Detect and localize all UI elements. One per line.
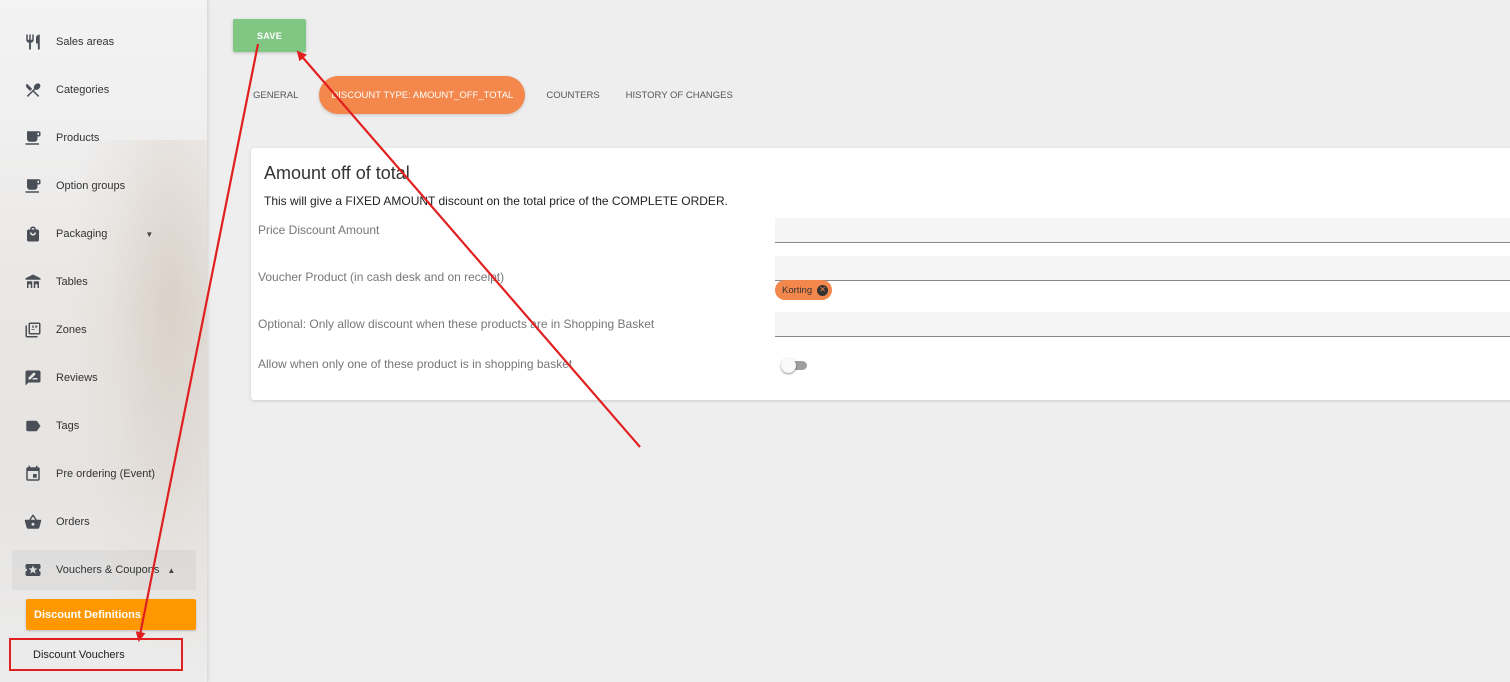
sidebar-item-packaging[interactable]: Packaging ▼ bbox=[12, 214, 196, 254]
rate-review-icon bbox=[22, 367, 44, 389]
sidebar-item-label: Sales areas bbox=[56, 36, 115, 48]
calendar-event-icon bbox=[22, 463, 44, 485]
basket-icon bbox=[22, 511, 44, 533]
label-tag-icon bbox=[22, 415, 44, 437]
voucher-product-label: Voucher Product (in cash desk and on rec… bbox=[258, 270, 505, 284]
voucher-product-chip[interactable]: Korting ✕ bbox=[775, 280, 833, 300]
allow-one-product-label: Allow when only one of these product is … bbox=[258, 357, 573, 371]
save-button[interactable]: SAVE bbox=[233, 19, 306, 52]
tab-bar: GENERAL DISCOUNT TYPE: AMOUNT_OFF_TOTAL … bbox=[240, 76, 746, 114]
sidebar-item-tags[interactable]: Tags bbox=[12, 406, 196, 446]
sidebar-subitem-label: Discount Vouchers bbox=[33, 648, 125, 661]
sidebar-item-option-groups[interactable]: Option groups bbox=[12, 166, 196, 206]
sidebar-subitem-discount-vouchers[interactable]: Discount Vouchers bbox=[9, 638, 183, 671]
utensils-cross-icon bbox=[22, 79, 44, 101]
caret-up-icon: ▲ bbox=[167, 565, 176, 575]
sidebar-item-orders[interactable]: Orders bbox=[12, 502, 196, 542]
discount-settings-card: Amount off of total This will give a FIX… bbox=[251, 148, 1510, 400]
card-title: Amount off of total bbox=[264, 163, 410, 183]
caret-down-icon: ▼ bbox=[145, 229, 154, 239]
sidebar-subitem-label: Discount Definitions bbox=[34, 608, 141, 621]
sidebar-item-vouchers-coupons[interactable]: Vouchers & Coupons ▲ bbox=[12, 550, 196, 590]
sidebar-item-label: Orders bbox=[56, 516, 90, 528]
sidebar-item-reviews[interactable]: Reviews bbox=[12, 358, 196, 398]
table-icon bbox=[22, 271, 44, 293]
sidebar-item-label: Pre ordering (Event) bbox=[56, 468, 156, 480]
sidebar-item-zones[interactable]: Zones bbox=[12, 310, 196, 350]
sidebar-item-tables[interactable]: Tables bbox=[12, 262, 196, 302]
allow-one-product-toggle[interactable] bbox=[781, 358, 809, 374]
tab-counters[interactable]: COUNTERS bbox=[533, 76, 612, 114]
sidebar-item-sales-areas[interactable]: Sales areas bbox=[12, 22, 196, 62]
tab-general[interactable]: GENERAL bbox=[240, 76, 311, 114]
sidebar-item-products[interactable]: Products bbox=[12, 118, 196, 158]
sidebar: Sales areas Categories Products Option g… bbox=[0, 0, 208, 682]
sidebar-item-label: Zones bbox=[56, 324, 87, 336]
sidebar-item-categories[interactable]: Categories bbox=[12, 70, 196, 110]
cutlery-icon bbox=[22, 31, 44, 53]
optional-products-input[interactable] bbox=[775, 312, 1510, 337]
coffee-icon bbox=[22, 127, 44, 149]
sidebar-item-label: Products bbox=[56, 132, 100, 144]
optional-products-label: Optional: Only allow discount when these… bbox=[258, 317, 655, 331]
sidebar-item-label: Tables bbox=[56, 276, 88, 288]
sidebar-item-label: Packaging bbox=[56, 228, 108, 240]
sidebar-item-pre-ordering[interactable]: Pre ordering (Event) bbox=[12, 454, 196, 494]
tab-history-of-changes[interactable]: HISTORY OF CHANGES bbox=[613, 76, 746, 114]
coffee-icon bbox=[22, 175, 44, 197]
price-discount-amount-input[interactable] bbox=[775, 218, 1510, 243]
sidebar-item-label: Vouchers & Coupons bbox=[56, 564, 160, 576]
sidebar-subitem-discount-definitions[interactable]: Discount Definitions bbox=[26, 599, 196, 630]
ticket-icon bbox=[22, 559, 44, 581]
card-description: This will give a FIXED AMOUNT discount o… bbox=[264, 194, 728, 208]
sidebar-item-label: Categories bbox=[56, 84, 110, 96]
toggle-thumb bbox=[781, 358, 796, 373]
tab-discount-type[interactable]: DISCOUNT TYPE: AMOUNT_OFF_TOTAL bbox=[319, 76, 526, 114]
price-discount-amount-label: Price Discount Amount bbox=[258, 223, 380, 237]
voucher-product-input[interactable] bbox=[775, 256, 1510, 281]
chip-remove-icon[interactable]: ✕ bbox=[817, 284, 829, 296]
zones-icon bbox=[22, 319, 44, 341]
sidebar-item-label: Reviews bbox=[56, 372, 98, 384]
shopping-bag-icon bbox=[22, 223, 44, 245]
chip-label: Korting bbox=[782, 284, 813, 296]
sidebar-item-label: Option groups bbox=[56, 180, 126, 192]
sidebar-item-label: Tags bbox=[56, 420, 80, 432]
